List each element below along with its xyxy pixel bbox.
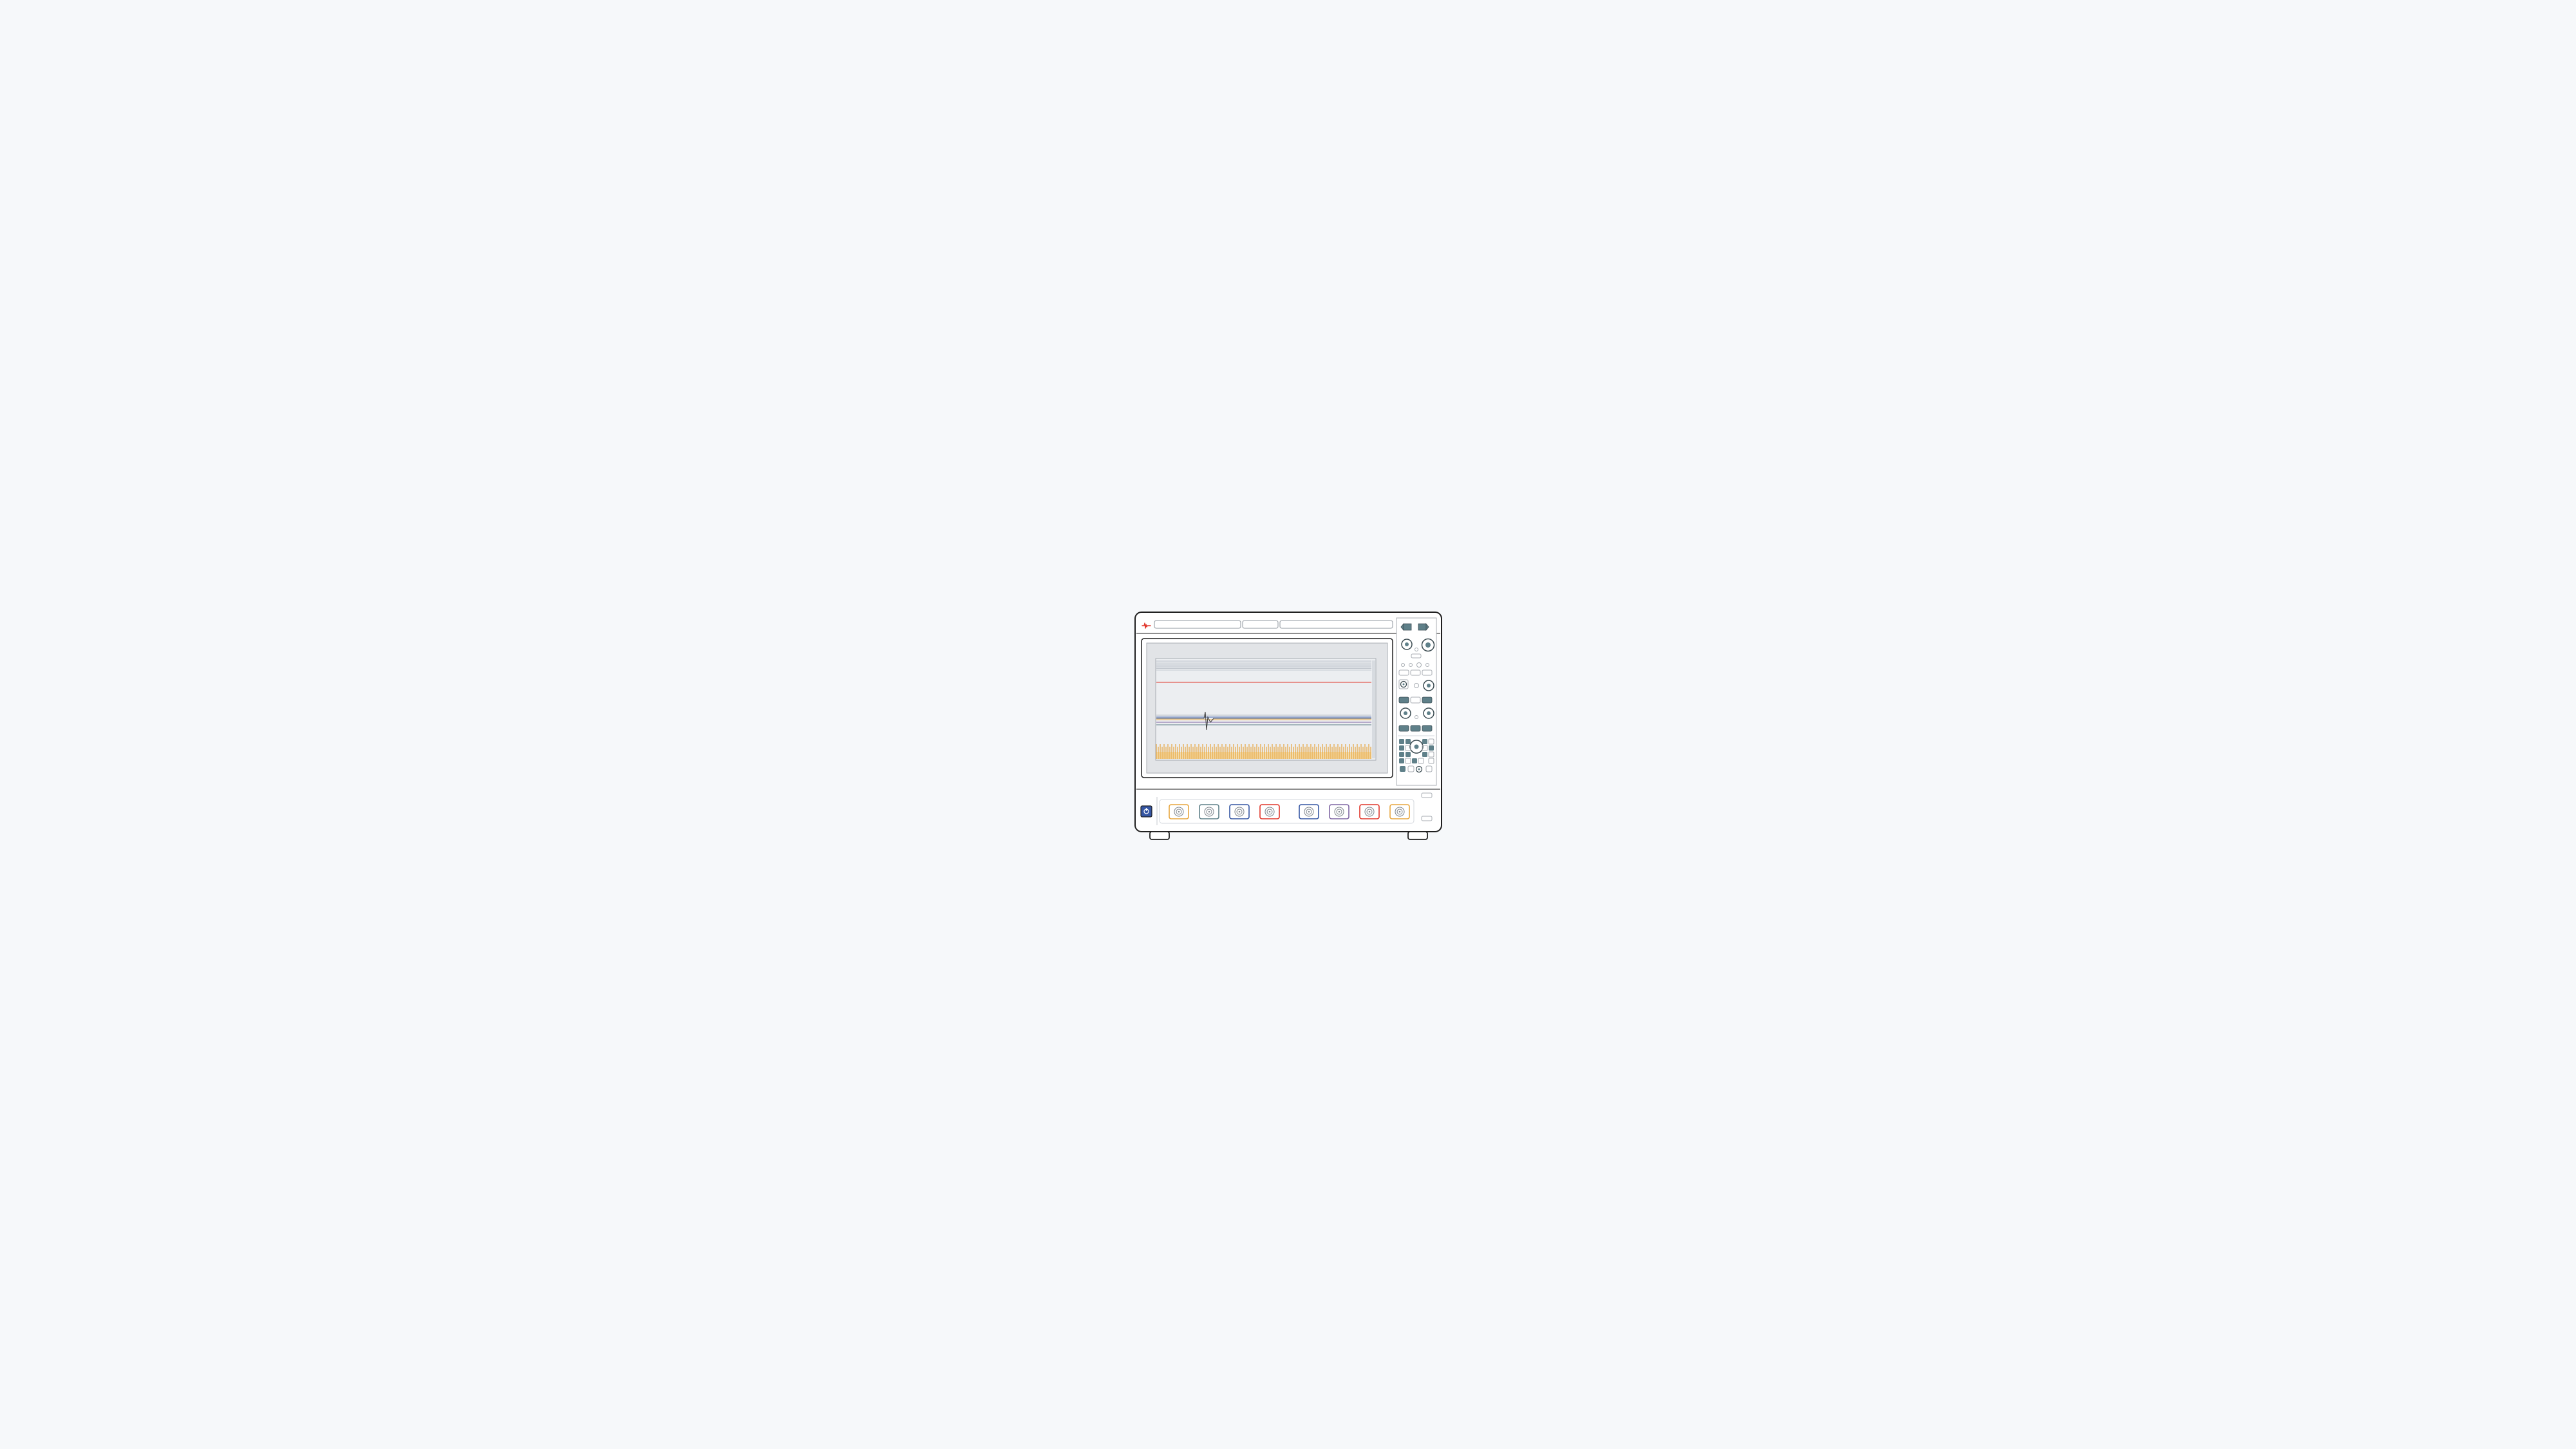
power-button[interactable] (1141, 806, 1152, 817)
oscilloscope-illustration (820, 461, 1757, 988)
bnc-ch6[interactable] (1330, 805, 1349, 819)
bnc-ch7[interactable] (1360, 805, 1379, 819)
small-button[interactable] (1411, 654, 1421, 658)
device-feet (1150, 832, 1427, 839)
bnc-ch8[interactable] (1390, 805, 1409, 819)
bnc-ch1[interactable] (1169, 805, 1189, 819)
button-row-2[interactable] (1399, 725, 1432, 731)
bnc-ch2[interactable] (1199, 805, 1219, 819)
bnc-ch4[interactable] (1260, 805, 1279, 819)
bnc-ch3[interactable] (1230, 805, 1249, 819)
control-panel (1396, 618, 1436, 785)
bnc-ch5[interactable] (1299, 805, 1319, 819)
